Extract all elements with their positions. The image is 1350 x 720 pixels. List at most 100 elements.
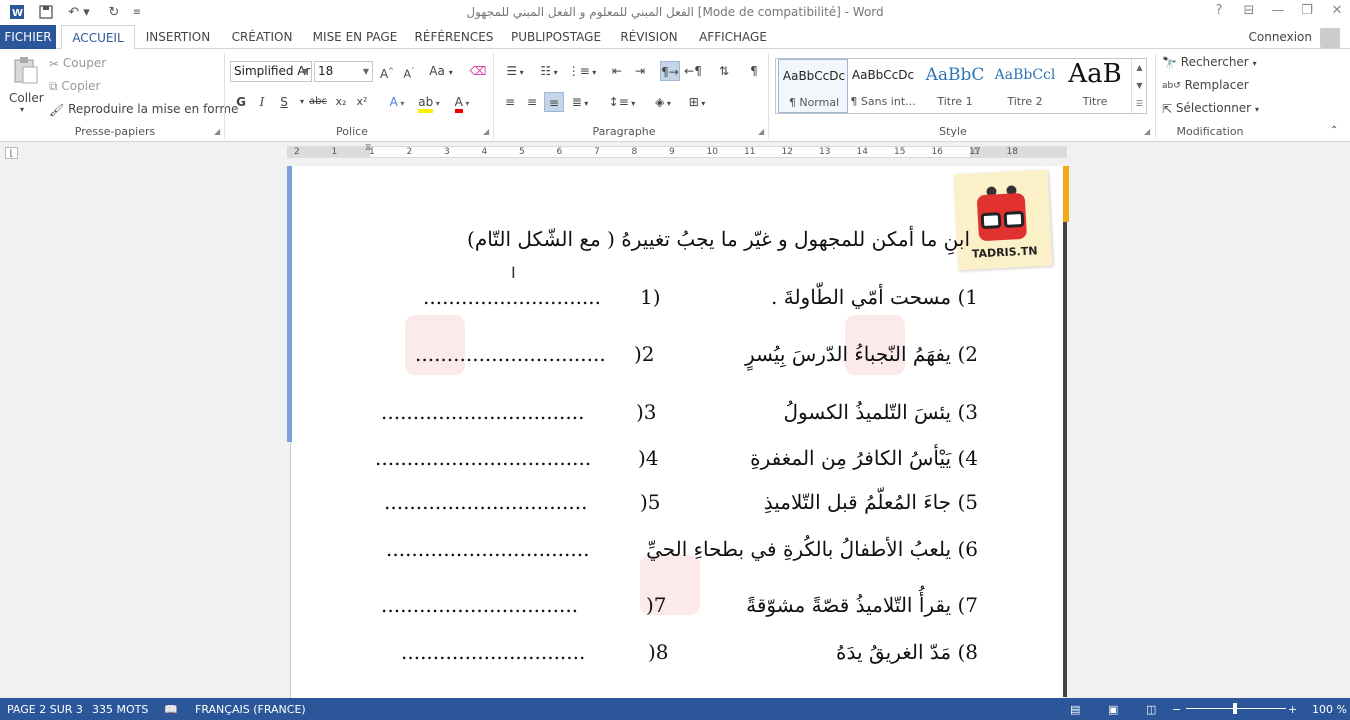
zoom-in-icon[interactable]: + [1288, 703, 1297, 716]
answer-blank: ............................ [423, 285, 602, 309]
shrink-font-icon[interactable]: Aˇ [399, 61, 419, 81]
tab-insert[interactable]: INSERTION [140, 25, 216, 49]
superscript-button[interactable]: x² [352, 92, 372, 112]
style-heading1[interactable]: AaBbC Titre 1 [920, 59, 990, 113]
undo-icon[interactable]: ↶ ▾ [64, 3, 94, 21]
align-center-icon[interactable]: ≡ [522, 92, 542, 112]
style-no-spacing[interactable]: AaBbCcDc ¶ Sans int... [848, 59, 918, 113]
indent-marker-icon[interactable]: ⧖ [365, 143, 371, 153]
style-title[interactable]: AaB Titre [1060, 59, 1130, 113]
proofing-icon[interactable]: 📖 [164, 703, 178, 716]
tab-references[interactable]: RÉFÉRENCES [410, 25, 498, 49]
tab-home[interactable]: ACCUEIL [61, 25, 135, 50]
maximize-button[interactable]: ❐ [1292, 3, 1322, 21]
subscript-button[interactable]: x₂ [331, 92, 351, 112]
paragraph-launcher-icon[interactable]: ◢ [758, 127, 764, 136]
bullets-icon[interactable]: ☰ ▾ [500, 61, 530, 81]
font-name-combo[interactable]: Simplified Ar ▼ [230, 61, 312, 82]
tab-selector-icon[interactable]: ⌊ [5, 147, 18, 159]
select-button[interactable]: ⇱ Sélectionner ▾ [1162, 101, 1259, 116]
font-size-combo[interactable]: 18 ▼ [314, 61, 373, 82]
italic-button[interactable]: I [252, 92, 272, 112]
font-launcher-icon[interactable]: ◢ [483, 127, 489, 136]
tab-design[interactable]: CRÉATION [224, 25, 300, 49]
horizontal-ruler[interactable] [287, 146, 1067, 158]
strikethrough-button[interactable]: abc [306, 92, 330, 112]
underline-button[interactable]: S [274, 92, 294, 112]
zoom-out-icon[interactable]: − [1172, 703, 1181, 716]
signin-link[interactable]: Connexion [1249, 30, 1313, 44]
paragraph-group-label: Paragraphe [592, 125, 656, 138]
web-layout-icon[interactable]: ◫ [1146, 703, 1156, 716]
bold-button[interactable]: G [231, 92, 251, 112]
tab-file[interactable]: FICHIER [0, 25, 56, 49]
right-indent-marker-icon[interactable]: △ [972, 146, 979, 156]
cut-button[interactable]: ✂ Couper [49, 56, 106, 71]
zoom-slider-thumb[interactable] [1233, 703, 1237, 714]
chevron-down-icon: ▼ [301, 67, 308, 76]
instruction-text: ابنِ ما أمكن للمجهول و غيّر ما يجبُ تغيي… [467, 227, 970, 251]
word-count[interactable]: 335 MOTS [92, 703, 148, 716]
sort-icon[interactable]: ⇅ [714, 61, 734, 81]
increase-indent-icon[interactable]: ⇥ [630, 61, 650, 81]
tab-mailings[interactable]: PUBLIPOSTAGE [506, 25, 606, 49]
tab-view[interactable]: AFFICHAGE [692, 25, 774, 49]
text-effects-icon[interactable]: A ▾ [383, 92, 411, 112]
find-button[interactable]: 🔭 Rechercher ▾ [1162, 55, 1257, 70]
justify-icon[interactable]: ≣ ▾ [566, 92, 594, 112]
highlight-icon[interactable]: ab ▾ [415, 92, 443, 113]
format-painter-button[interactable]: 🖌 Reproduire la mise en forme [49, 102, 238, 117]
help-button[interactable]: ? [1204, 3, 1234, 21]
read-mode-icon[interactable]: ▤ [1070, 703, 1080, 716]
answer-number: 1) [640, 285, 661, 309]
redo-icon[interactable]: ↻ [104, 3, 124, 21]
show-marks-icon[interactable]: ¶ [744, 61, 764, 81]
font-color-icon[interactable]: A ▾ [448, 92, 476, 113]
language-indicator[interactable]: FRANÇAIS (FRANCE) [195, 703, 306, 716]
ruler-tick-label: 7 [594, 147, 600, 157]
close-button[interactable]: ✕ [1322, 3, 1350, 21]
window-title: الفعل المبني للمعلوم و الفعل المبني للمج… [466, 5, 884, 19]
style-normal[interactable]: AaBbCcDc ¶ Normal [778, 59, 848, 113]
clear-formatting-icon[interactable]: ⌫ [468, 61, 488, 81]
save-icon[interactable] [36, 3, 56, 21]
tab-layout[interactable]: MISE EN PAGE [308, 25, 402, 49]
grow-font-icon[interactable]: A^ [377, 61, 397, 81]
style-launcher-icon[interactable]: ◢ [1144, 127, 1150, 136]
align-left-icon[interactable]: ≡ [500, 92, 520, 112]
page-indicator[interactable]: PAGE 2 SUR 3 [7, 703, 83, 716]
copy-button[interactable]: ⧉ Copier [49, 79, 100, 94]
answer-blank: ................................ [386, 537, 590, 561]
collapse-ribbon-icon[interactable]: ⌃ [1330, 125, 1338, 136]
align-right-icon[interactable]: ≡ [544, 92, 564, 112]
word-logo-icon[interactable]: W [6, 3, 28, 21]
borders-icon[interactable]: ⊞ ▾ [682, 92, 712, 112]
paste-icon[interactable] [10, 55, 42, 85]
replace-button[interactable]: ab↺ Remplacer [1162, 78, 1249, 92]
shading-icon[interactable]: ◈ ▾ [648, 92, 678, 112]
ribbon-options-button[interactable]: ⊟ [1234, 3, 1264, 21]
answer-blank: ............................... [381, 593, 579, 617]
answer-blank: ................................ [381, 400, 585, 424]
multilevel-list-icon[interactable]: ⋮≡ ▾ [567, 61, 597, 81]
line-spacing-icon[interactable]: ↕≡ ▾ [607, 92, 637, 112]
change-case-button[interactable]: Aa ▾ [426, 61, 456, 81]
word-window: W ↶ ▾ ↻ ≡ الفعل المبني للمعلوم و الفعل ا… [0, 0, 1350, 720]
minimize-button[interactable]: — [1263, 3, 1293, 21]
clipboard-launcher-icon[interactable]: ◢ [214, 127, 220, 136]
zoom-level[interactable]: 100 % [1312, 703, 1347, 716]
svg-text:W: W [12, 8, 23, 19]
ltr-direction-icon[interactable]: ¶→ [660, 61, 680, 81]
print-layout-icon[interactable]: ▣ [1108, 703, 1118, 716]
decrease-indent-icon[interactable]: ⇤ [607, 61, 627, 81]
avatar[interactable] [1320, 28, 1340, 48]
tab-review[interactable]: RÉVISION [614, 25, 684, 49]
rtl-direction-icon[interactable]: ←¶ [683, 61, 703, 81]
paste-button[interactable]: Coller [9, 91, 44, 105]
numbering-icon[interactable]: ☷ ▾ [534, 61, 564, 81]
paste-dropdown-icon[interactable]: ▾ [20, 105, 24, 114]
styles-scroll[interactable]: ▲ ▼ ☰ [1131, 59, 1147, 113]
customize-toolbar-icon[interactable]: ≡ [130, 3, 144, 21]
exercise-sentence: 1) مسحت أمّي الطّاولةَ . [771, 285, 978, 309]
style-heading2[interactable]: AaBbCcl Titre 2 [990, 59, 1060, 113]
